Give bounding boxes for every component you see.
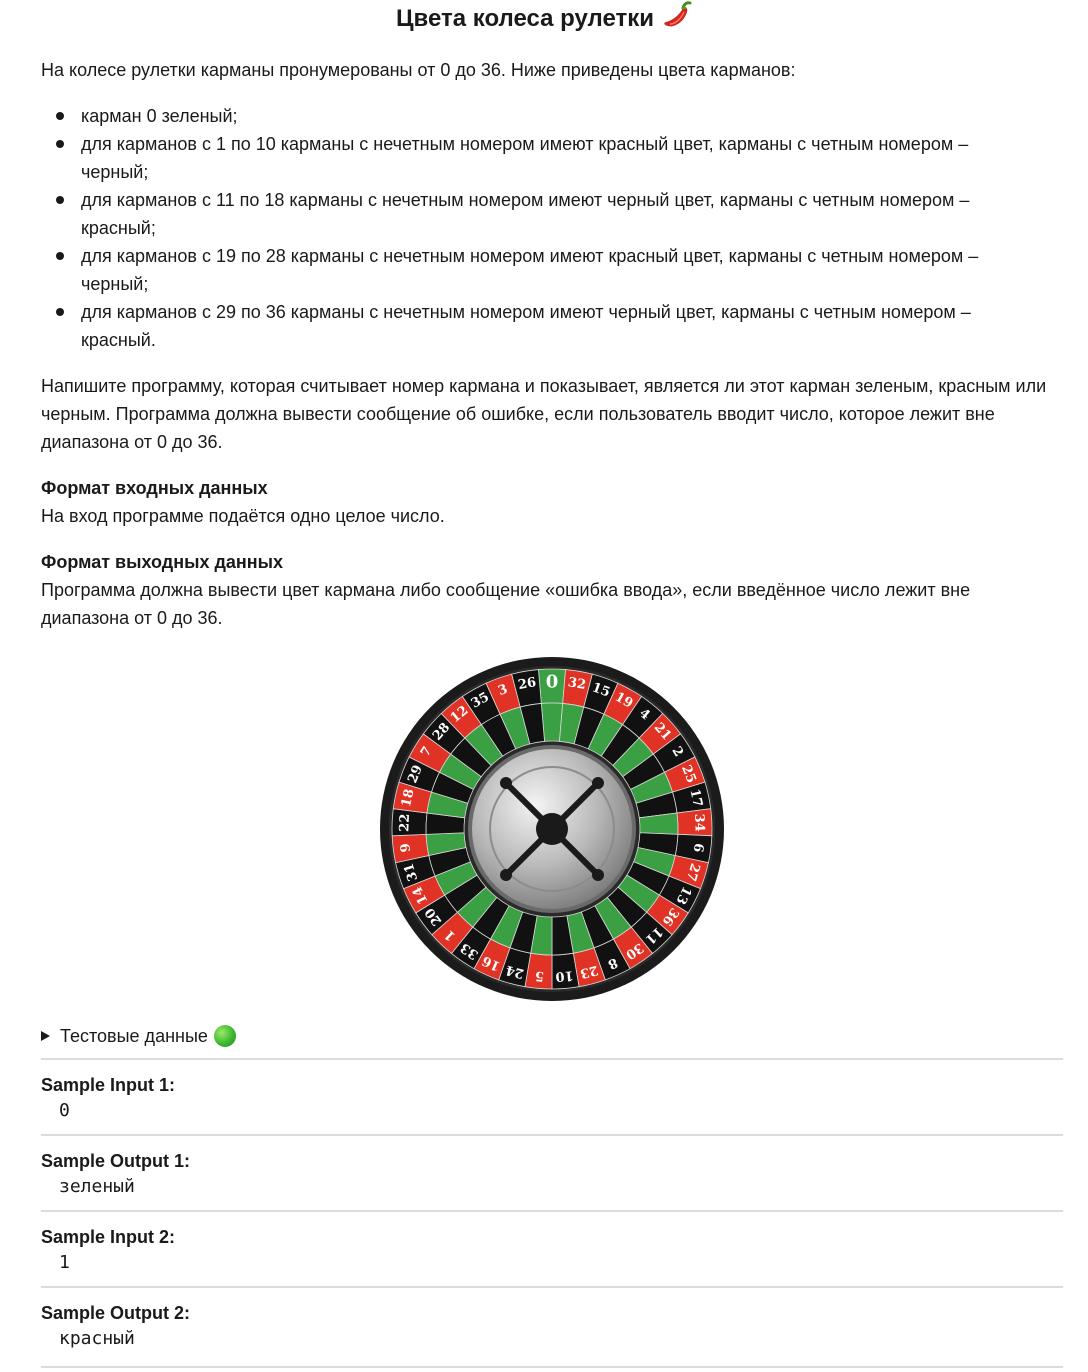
pocket-number-label: 5 <box>534 968 544 984</box>
sample-label: Sample Input 1: <box>41 1075 176 1095</box>
pocket-number-label: 32 <box>567 675 587 693</box>
sample-block: Sample Output 1: зеленый <box>41 1134 1063 1200</box>
rule-item: для карманов с 19 по 28 карманы с нечетн… <box>41 242 1031 298</box>
test-data-label: Тестовые данные <box>60 1026 208 1046</box>
chili-pepper-icon <box>660 0 692 39</box>
output-format-section: Формат выходных данных Программа должна … <box>41 548 1056 632</box>
sample-label: Sample Output 2: <box>41 1303 191 1323</box>
pocket-color-rules-list: карман 0 зеленый; для карманов с 1 по 10… <box>41 102 1031 354</box>
rule-item: для карманов с 29 по 36 карманы с нечетн… <box>41 298 1031 354</box>
output-format-text: Программа должна вывести цвет кармана ли… <box>41 580 971 628</box>
rule-item: для карманов с 1 по 10 карманы с нечетны… <box>41 130 1031 186</box>
sample-value: зеленый <box>59 1176 135 1197</box>
sample-label: Sample Input 2: <box>41 1227 176 1247</box>
pocket-number-label: 9 <box>398 842 414 853</box>
page-title: Цвета колеса рулетки <box>0 0 1088 32</box>
input-format-text: На вход программе подаётся одно целое чи… <box>41 506 445 526</box>
problem-page: Цвета колеса рулетки На колесе рулетки к… <box>0 0 1088 1372</box>
input-format-heading: Формат входных данных <box>41 478 268 498</box>
roulette-wheel-image: 0 32 15 19 4 21 2 25 17 34 6 27 13 36 11 30 8 23 10 5 24 16 33… <box>371 648 733 1010</box>
rule-item: для карманов с 11 по 18 карманы с нечетн… <box>41 186 1031 242</box>
roulette-wheel: 0 32 15 19421225173462713361130823105241633… <box>380 657 724 1001</box>
page-title-text: Цвета колеса рулетки <box>396 4 654 32</box>
sample-value: 1 <box>59 1252 70 1273</box>
sample-value: красный <box>59 1328 135 1349</box>
pocket-number-label: 10 <box>555 967 574 983</box>
sample-value: 0 <box>59 1100 70 1121</box>
pocket-number-label: 26 <box>517 675 537 693</box>
sample-label: Sample Output 1: <box>41 1151 191 1171</box>
sample-block: Sample Input 2: 1 <box>41 1210 1063 1276</box>
green-circle-icon <box>213 1025 236 1047</box>
task-paragraph: Напишите программу, которая считывает но… <box>41 376 1047 452</box>
expand-triangle-icon <box>41 1031 50 1041</box>
sample-block: Sample Output 2: красный <box>41 1286 1063 1368</box>
intro-paragraph: На колесе рулетки карманы пронумерованы … <box>41 60 796 80</box>
test-data-toggle[interactable]: Тестовые данные <box>41 1022 236 1050</box>
pocket-inner-0 <box>540 702 564 742</box>
sample-block: Sample Input 1: 0 <box>41 1058 1063 1124</box>
output-format-heading: Формат выходных данных <box>41 552 284 572</box>
pocket-number-label: 0 <box>546 672 559 693</box>
input-format-section: Формат входных данных На вход программе … <box>41 474 1056 530</box>
pocket-number-label: 34 <box>691 813 707 832</box>
pocket-number-label: 22 <box>397 813 413 832</box>
pocket-number-label: 6 <box>690 842 706 853</box>
rule-item: карман 0 зеленый; <box>41 102 1031 130</box>
